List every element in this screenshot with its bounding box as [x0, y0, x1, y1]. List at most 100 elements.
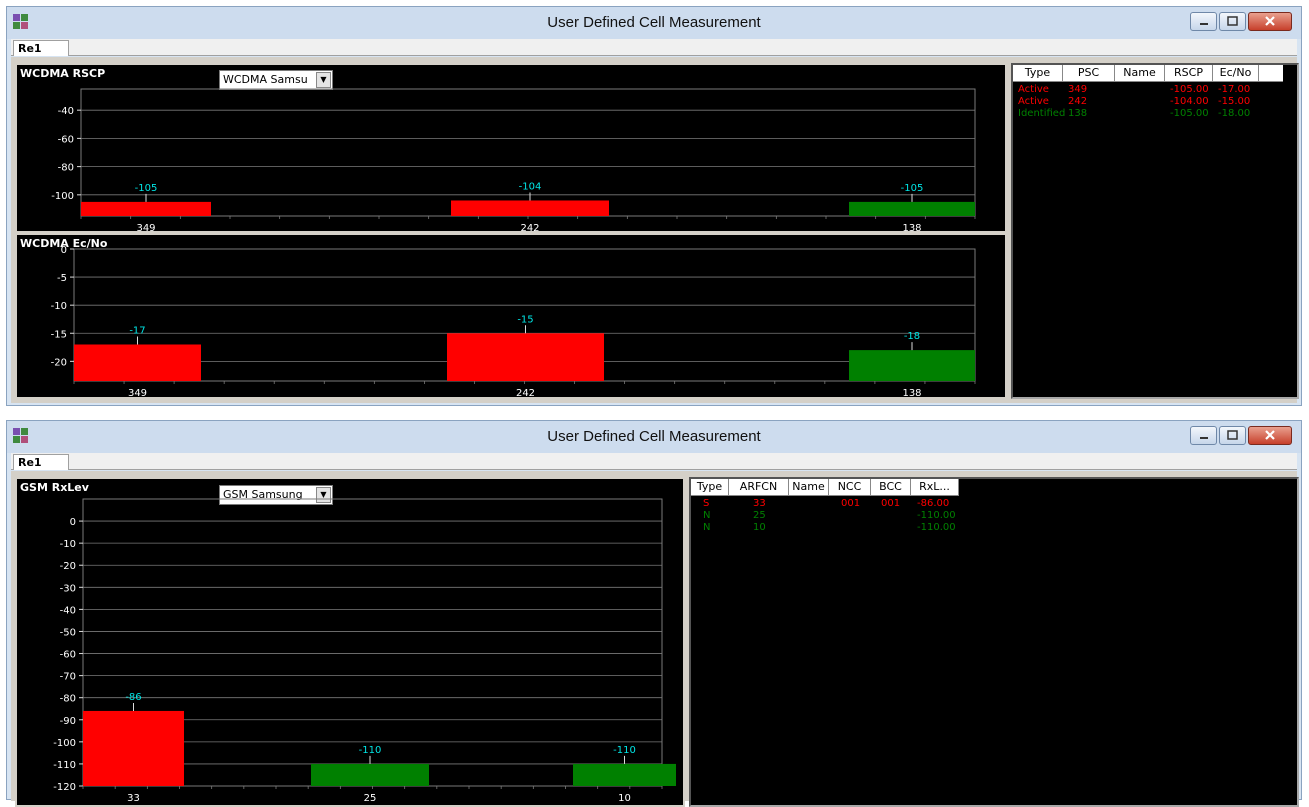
window-title: User Defined Cell Measurement	[547, 14, 761, 31]
bar	[451, 200, 609, 216]
cell-psc: 349	[1068, 84, 1088, 95]
close-button[interactable]	[1248, 426, 1292, 445]
y-tick-label: -100	[51, 191, 74, 202]
close-button[interactable]	[1248, 12, 1292, 31]
y-tick-label: -60	[58, 134, 74, 145]
cell-psc: 138	[1068, 108, 1088, 119]
data-label: -110	[359, 745, 382, 756]
cell-ecno: -18.00	[1218, 108, 1251, 119]
minimize-icon	[1200, 23, 1208, 25]
cell-rxlev: -110.00	[917, 522, 956, 533]
data-label: -86	[125, 692, 141, 703]
x-category-label: 242	[516, 388, 535, 397]
data-label: -17	[129, 325, 145, 336]
y-tick-label: -80	[60, 694, 76, 705]
y-tick-label: -60	[60, 650, 76, 661]
table-row[interactable]: N 10 -110.00	[691, 522, 959, 534]
cell-ecno: -17.00	[1218, 84, 1251, 95]
cell-bcc	[871, 510, 911, 522]
x-category-label: 10	[618, 793, 631, 804]
wcdma-cell-table[interactable]: Type PSC Name RSCP Ec/No Active 349 -105…	[1011, 63, 1299, 399]
y-tick-label: -10	[51, 301, 67, 312]
rxlev-chart-panel: GSM RxLev GSM Samsung ▼ 0 -10 -20 -30 -40 -50…	[15, 477, 685, 807]
cell-type: N	[703, 510, 711, 521]
col-ncc[interactable]: NCC	[829, 479, 871, 496]
y-tick-label: -100	[53, 738, 76, 749]
cell-name	[1115, 96, 1165, 108]
tab-re1[interactable]: Re1	[13, 454, 69, 470]
close-icon	[1265, 16, 1275, 26]
col-bcc[interactable]: BCC	[871, 479, 911, 496]
table-row[interactable]: Identified 138 -105.00 -18.00	[1013, 108, 1259, 120]
cell-name	[1115, 108, 1165, 120]
y-tick-label: -20	[51, 357, 67, 368]
col-name[interactable]: Name	[789, 479, 829, 496]
table-row[interactable]: S 33 001 001 -86.00	[691, 498, 959, 510]
table-row[interactable]: Active 349 -105.00 -17.00	[1013, 84, 1259, 96]
x-category-label: 349	[128, 388, 147, 397]
minimize-button[interactable]	[1190, 12, 1217, 31]
col-type[interactable]: Type	[691, 479, 729, 496]
y-tick-label: -50	[60, 627, 76, 638]
data-label: -15	[517, 314, 533, 325]
y-tick-label: -40	[60, 605, 76, 616]
x-category-label: 242	[520, 223, 539, 231]
col-psc[interactable]: PSC	[1063, 65, 1115, 82]
maximize-button[interactable]	[1219, 426, 1246, 445]
data-label: -110	[613, 745, 636, 756]
cell-type: Identified	[1018, 108, 1066, 119]
cell-arfcn: 25	[753, 510, 766, 521]
y-tick-label: -20	[60, 561, 76, 572]
data-label: -105	[135, 183, 158, 194]
x-category-label: 349	[136, 223, 155, 231]
y-tick-label: -70	[60, 672, 76, 683]
col-ecno[interactable]: Ec/No	[1213, 65, 1259, 82]
cell-rscp: -105.00	[1170, 84, 1209, 95]
cell-ncc: 001	[841, 498, 861, 509]
gsm-cell-table[interactable]: Type ARFCN Name NCC BCC RxL... S 33 001 …	[689, 477, 1299, 807]
ecno-bar-chart: 0 -5 -10 -15 -20 -17 349 -15 242 -18 138	[51, 245, 976, 397]
y-tick-label: -110	[53, 760, 76, 771]
close-icon	[1265, 430, 1275, 440]
cell-name	[1115, 84, 1165, 96]
ecno-chart-panel: WCDMA Ec/No 0 -5 -10 -15 -20 -17 349 -15 242 -18 1…	[15, 233, 1007, 399]
cell-name	[789, 510, 829, 522]
table-row[interactable]: Active 242 -104.00 -15.00	[1013, 96, 1259, 108]
tab-re1[interactable]: Re1	[13, 40, 69, 56]
bar	[81, 201, 211, 216]
x-category-label: 138	[902, 388, 921, 397]
rxlev-bar-chart: 0 -10 -20 -30 -40 -50 -60 -70 -80 -90 -100 -110 -120…	[53, 498, 676, 804]
data-label: -105	[901, 183, 924, 194]
y-tick-label: -90	[60, 716, 76, 727]
window-gsm: User Defined Cell Measurement Re1 GSM Rx…	[6, 420, 1302, 807]
maximize-button[interactable]	[1219, 12, 1246, 31]
minimize-icon	[1200, 437, 1208, 439]
y-tick-label: -30	[60, 583, 76, 594]
bar	[311, 763, 429, 786]
cell-name	[789, 522, 829, 534]
maximize-icon	[1227, 430, 1238, 440]
cell-ecno: -15.00	[1218, 96, 1251, 107]
col-name[interactable]: Name	[1115, 65, 1165, 82]
cell-arfcn: 10	[753, 522, 766, 533]
cell-arfcn: 33	[753, 498, 766, 509]
col-rxlev[interactable]: RxL...	[911, 479, 959, 496]
y-tick-label: 0	[61, 245, 67, 256]
cell-type: Active	[1018, 96, 1049, 107]
minimize-button[interactable]	[1190, 426, 1217, 445]
tab-bar: Re1	[11, 453, 1297, 470]
plot-frame	[80, 88, 976, 217]
table-row[interactable]: N 25 -110.00	[691, 510, 959, 522]
title-bar[interactable]: User Defined Cell Measurement	[7, 421, 1301, 453]
y-tick-label: -120	[53, 782, 76, 793]
col-type[interactable]: Type	[1013, 65, 1063, 82]
col-rscp[interactable]: RSCP	[1165, 65, 1213, 82]
title-bar[interactable]: User Defined Cell Measurement	[7, 7, 1301, 39]
data-label: -18	[904, 331, 920, 342]
y-tick-label: 0	[70, 517, 76, 528]
cell-type: Active	[1018, 84, 1049, 95]
cell-name	[789, 498, 829, 510]
y-tick-label: -80	[58, 163, 74, 174]
tab-bar: Re1	[11, 39, 1297, 56]
col-arfcn[interactable]: ARFCN	[729, 479, 789, 496]
